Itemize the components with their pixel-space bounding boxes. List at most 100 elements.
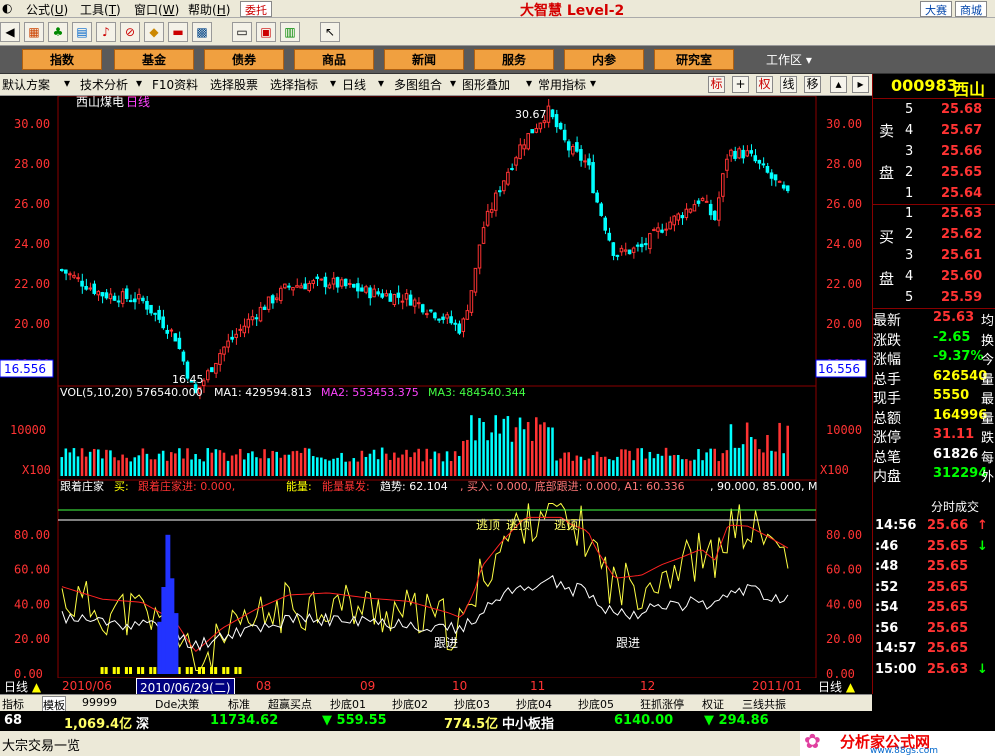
mark-button[interactable]: 标 <box>708 76 725 93</box>
image-icon[interactable]: ▴ <box>830 76 847 93</box>
volume-bar <box>372 449 376 476</box>
indicator-tab-2[interactable]: 99999 <box>82 696 117 709</box>
volume-bar <box>478 418 481 476</box>
candle-body <box>283 283 287 289</box>
indicator-tab-12[interactable]: 权证 <box>702 696 724 712</box>
no-entry-icon[interactable]: ⊘ <box>120 22 140 42</box>
indicator-tab-11[interactable]: 狂抓涨停 <box>640 696 684 712</box>
diamond-icon[interactable]: ◆ <box>144 22 164 42</box>
indicator-tab-4[interactable]: 标准 <box>228 696 250 712</box>
sell-level-1: 1 <box>905 186 914 201</box>
tb-multi-chart[interactable]: 多图组合 <box>394 76 442 93</box>
line-button[interactable]: 线 <box>780 76 797 93</box>
app-icon[interactable]: ◐ <box>2 1 12 15</box>
tb-dropdown-arrow[interactable]: ▾ <box>378 76 384 90</box>
tb-daily[interactable]: 日线 <box>342 76 366 93</box>
tb-dropdown-arrow[interactable]: ▾ <box>590 76 596 90</box>
indicator-tab-13[interactable]: 三线共振 <box>742 696 786 712</box>
alarm-icon[interactable]: ♪ <box>96 22 116 42</box>
nav-commodity[interactable]: 商品 <box>294 49 374 70</box>
ind-trend: 趋势: 62.104 <box>380 480 448 493</box>
indicator-tab-6[interactable]: 抄底01 <box>330 696 366 712</box>
tb-dropdown-arrow[interactable]: ▾ <box>64 76 70 90</box>
indicator-tab-8[interactable]: 抄底03 <box>454 696 490 712</box>
candle-body <box>603 217 608 231</box>
candle-body <box>558 122 563 130</box>
rights-button[interactable]: 权 <box>756 76 773 93</box>
indicator-tab-9[interactable]: 抄底04 <box>516 696 552 712</box>
volume-bar <box>101 458 104 476</box>
sell-price-4: 25.67 <box>941 123 983 138</box>
nav-service[interactable]: 服务 <box>474 49 554 70</box>
tb-select-indicator[interactable]: 选择指标 <box>270 76 318 93</box>
candle-body <box>145 300 149 310</box>
tb-select-stock[interactable]: 选择股票 <box>210 76 258 93</box>
move-button[interactable]: 移 <box>804 76 821 93</box>
crosshair-button[interactable]: + <box>732 76 749 93</box>
menu-formula[interactable]: 公式(U) <box>26 1 68 18</box>
volume-bar <box>182 458 185 476</box>
tb-dropdown-arrow[interactable]: ▾ <box>526 76 532 90</box>
next-icon[interactable]: ▸ <box>852 76 869 93</box>
logo-url: www.88gs.com <box>870 746 939 756</box>
nav-research[interactable]: 研究室 <box>654 49 734 70</box>
volume-bar <box>457 456 461 476</box>
candle-body <box>429 309 433 312</box>
kline-chart-svg[interactable]: 30.00 30.00 28.00 28.00 26.00 26.00 24.00 24.00… <box>0 96 872 678</box>
indicator-tab-7[interactable]: 抄底02 <box>392 696 428 712</box>
cursor-icon[interactable]: ↖ <box>320 22 340 42</box>
nav-news[interactable]: 新闻 <box>384 49 464 70</box>
tb-dropdown-arrow[interactable]: ▾ <box>136 76 142 90</box>
tb-dropdown-arrow[interactable]: ▾ <box>330 76 336 90</box>
indicator-tab-0[interactable]: 指标 <box>2 696 24 712</box>
block-trade-link[interactable]: 大宗交易一览 <box>2 735 80 754</box>
chart-area[interactable]: 30.00 30.00 28.00 28.00 26.00 26.00 24.00 24.00… <box>0 96 872 678</box>
nav-index[interactable]: 指数 <box>22 49 102 70</box>
tb-common-indicator[interactable]: 常用指标 <box>538 76 586 93</box>
tb-overlay[interactable]: 图形叠加 <box>462 76 510 93</box>
grid-icon[interactable]: ▩ <box>192 22 212 42</box>
period-toggle-right[interactable]: 日线 ▲ <box>818 678 855 695</box>
tb-tech-analysis[interactable]: 技术分析 <box>80 76 128 93</box>
quote-val-3: 626540 <box>933 368 988 384</box>
candle-body <box>76 277 80 280</box>
tree-icon[interactable]: ♣ <box>48 22 68 42</box>
stack-icon[interactable]: ▬ <box>168 22 188 42</box>
volume-bar <box>616 456 619 476</box>
window-icon[interactable]: ▣ <box>256 22 276 42</box>
candle-body <box>124 288 129 299</box>
volume-bar <box>774 451 777 476</box>
weituo-button[interactable]: 委托 <box>240 1 272 17</box>
menu-tools[interactable]: 工具(T) <box>80 1 121 18</box>
tb-f10[interactable]: F10资料 <box>152 76 198 93</box>
page-icon[interactable]: ▭ <box>232 22 252 42</box>
document-icon[interactable]: ▤ <box>72 22 92 42</box>
indicator-tab-3[interactable]: Dde决策 <box>155 696 199 712</box>
nav-neican[interactable]: 内参 <box>564 49 644 70</box>
stock-code[interactable]: 000983 <box>891 76 958 95</box>
tb-default-scheme[interactable]: 默认方案 <box>2 76 50 93</box>
nav-bond[interactable]: 债券 <box>204 49 284 70</box>
chart-icon[interactable]: ▦ <box>24 22 44 42</box>
ind-tick-left: 80.00 <box>14 528 50 542</box>
nav-fund[interactable]: 基金 <box>114 49 194 70</box>
arrow-left-icon[interactable]: ◀ <box>0 22 20 42</box>
volume-bar <box>243 459 246 476</box>
menu-window[interactable]: 窗口(W) <box>134 1 179 18</box>
idx3-value: 6140.00 <box>614 713 674 728</box>
dasai-button[interactable]: 大赛 <box>920 1 952 17</box>
candle-body <box>360 287 364 292</box>
idx3-name[interactable]: 中小板指 <box>502 713 554 732</box>
table-icon[interactable]: ▥ <box>280 22 300 42</box>
quote-key-7: 总笔 <box>873 449 901 466</box>
menu-help[interactable]: 帮助(H) <box>188 1 230 18</box>
indicator-tab-5[interactable]: 超赢买点 <box>268 696 312 712</box>
shangcheng-button[interactable]: 商城 <box>955 1 987 17</box>
idx2-name[interactable]: 深 <box>136 713 149 732</box>
tb-dropdown-arrow[interactable]: ▾ <box>450 76 456 90</box>
workarea-dropdown[interactable]: 工作区 ▾ <box>766 51 812 68</box>
period-toggle[interactable]: 日线 ▲ <box>4 678 41 695</box>
volume-bar <box>340 452 343 476</box>
indicator-tab-10[interactable]: 抄底05 <box>578 696 614 712</box>
candle-body <box>579 149 583 161</box>
